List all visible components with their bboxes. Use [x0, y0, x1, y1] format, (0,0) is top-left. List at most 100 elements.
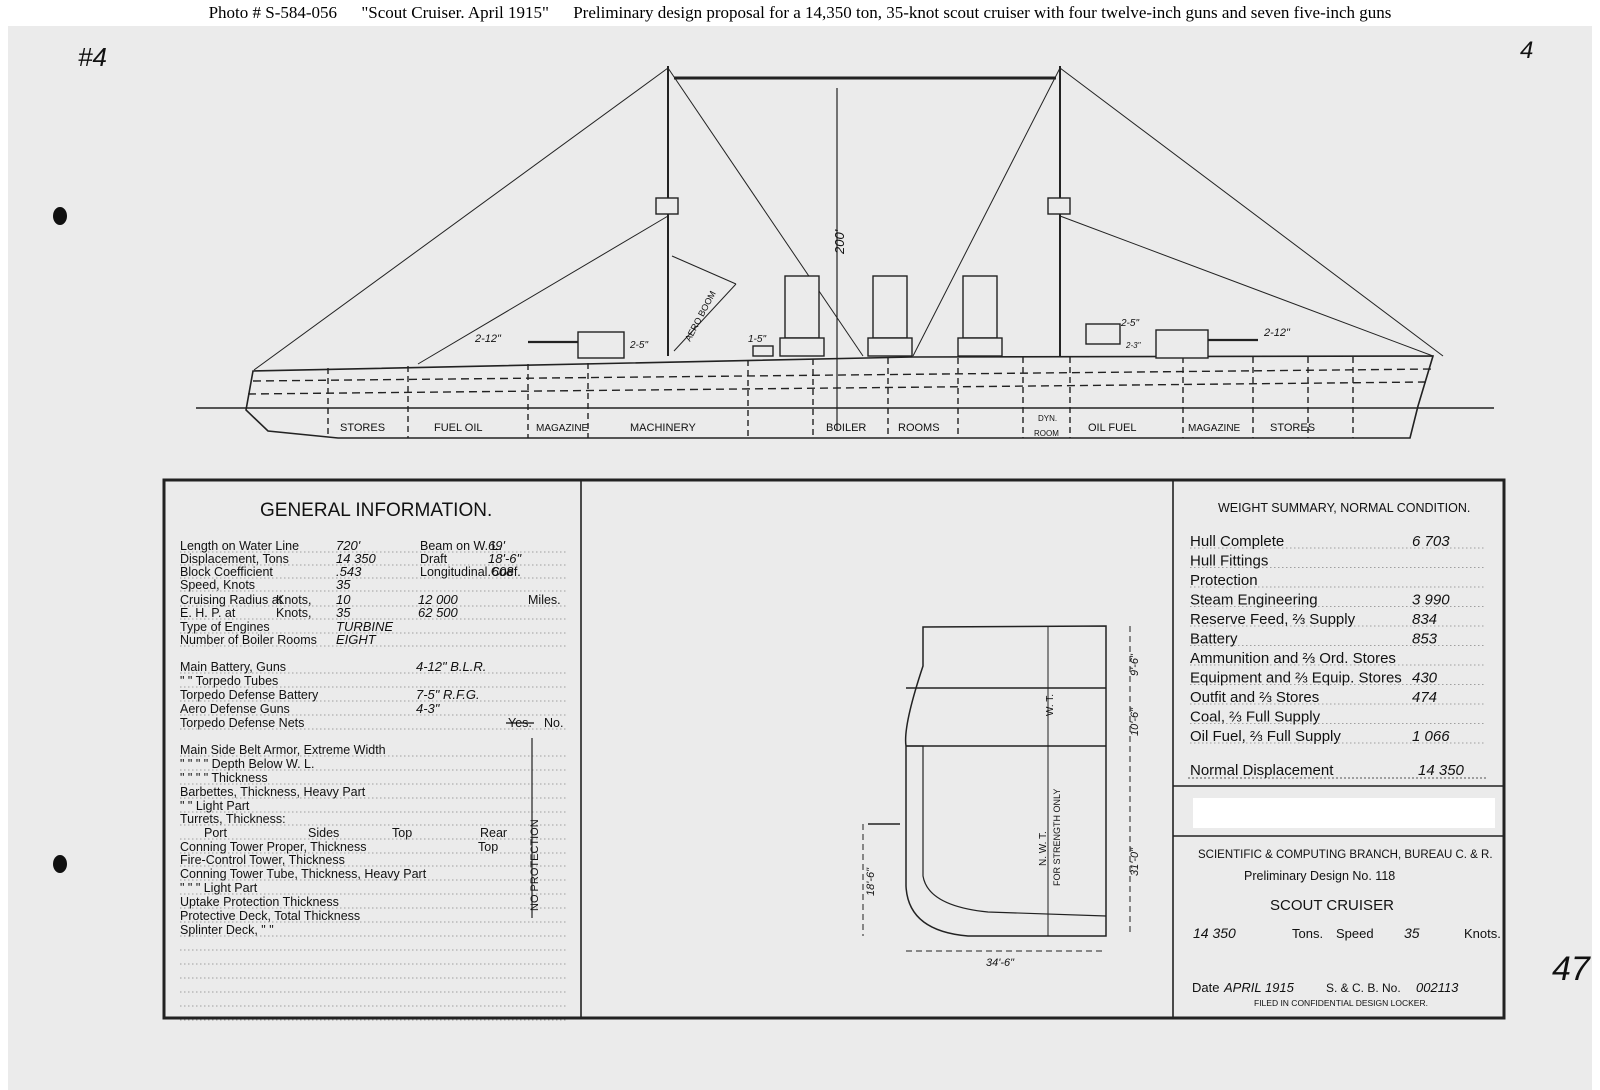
title-block: SCIENTIFIC & COMPUTING BRANCH, BUREAU C.…	[1192, 849, 1501, 1008]
aft-turret	[1155, 329, 1209, 359]
general-title: GENERAL INFORMATION.	[260, 500, 492, 521]
weight-item-label: Coal, ⅔ Full Supply	[1190, 709, 1321, 726]
comp-stores-aft: STORES	[1270, 422, 1315, 434]
fwd-main-gun-label: 2-12"	[474, 333, 502, 345]
strength-label: FOR STRENGTH ONLY	[1052, 789, 1062, 886]
nets-no: No.	[544, 716, 563, 730]
weight-item-label: Equipment and ⅔ Equip. Stores	[1190, 670, 1402, 687]
photo-caption: Photo # S-584-056 "Scout Cruiser. April …	[0, 0, 1600, 26]
weight-item-label: Protection	[1190, 572, 1258, 589]
general-row-label: " " " " Depth Below W. L.	[180, 757, 314, 771]
filed-note: FILED IN CONFIDENTIAL DESIGN LOCKER.	[1254, 998, 1428, 1008]
general-row-label: Length on Water Line	[180, 539, 299, 553]
punch-hole-top	[53, 207, 67, 225]
drawing-sheet: #4 4 47 200' 2-12" 2-5" 1-5" 2-5" 2-3" 2…	[8, 26, 1592, 1090]
weight-summary: WEIGHT SUMMARY, NORMAL CONDITION. Hull C…	[1173, 501, 1504, 837]
general-information-table: GENERAL INFORMATION. Length on Water Lin…	[180, 500, 566, 1021]
weight-item-value: 1 066	[1412, 728, 1450, 745]
weight-item-value: 474	[1412, 689, 1437, 706]
speed-value: 35	[1404, 925, 1420, 941]
general-row-label-3: Top	[392, 826, 412, 840]
weight-item-value: 3 990	[1412, 592, 1450, 609]
general-row-value: EIGHT	[336, 632, 377, 647]
scb-value: 002113	[1416, 980, 1459, 995]
comp-stores-fwd: STORES	[340, 422, 385, 434]
general-row-label: Turrets, Thickness:	[180, 812, 286, 826]
weight-item-value: 834	[1412, 611, 1437, 628]
design-number: Preliminary Design No. 118	[1244, 869, 1395, 883]
aft-sec-gun-label: 2-5"	[1120, 318, 1139, 329]
comp-rooms: ROOMS	[898, 422, 940, 434]
general-row-value: 35	[336, 577, 351, 592]
weight-item-label: Hull Fittings	[1190, 553, 1268, 570]
normal-displacement-value: 14 350	[1418, 762, 1465, 779]
general-row-label: Protective Deck, Total Thickness	[180, 909, 360, 923]
weight-item-label: Battery	[1190, 631, 1238, 648]
general-row-label: Aero Defense Guns	[180, 702, 290, 716]
general-row-label: Torpedo Defense Battery	[180, 688, 319, 702]
weight-item-label: Ammunition and ⅔ Ord. Stores	[1190, 650, 1396, 667]
weight-item-value: 853	[1412, 631, 1438, 648]
punch-hole-bottom	[53, 855, 67, 873]
nwt-label: N. W. T.	[1038, 831, 1049, 866]
general-row-label: E. H. P. at	[180, 606, 236, 620]
general-row-value-2: 62 500	[418, 605, 459, 620]
general-row-label: Main Battery, Guns	[180, 660, 286, 674]
general-row-label: " " " " Thickness	[180, 771, 268, 785]
general-row-value-2: .608	[488, 564, 514, 579]
aft-main-gun-label: 2-12"	[1263, 327, 1291, 339]
funnel-1	[784, 275, 820, 339]
general-row-value: 35	[336, 605, 351, 620]
mid-gun-label: 1-5"	[748, 334, 766, 345]
weight-item-label: Reserve Feed, ⅔ Supply	[1190, 611, 1356, 628]
general-row-label-3: Miles.	[528, 593, 561, 607]
wt-label: W. T.	[1045, 694, 1056, 716]
general-row-value: 4-12" B.L.R.	[416, 659, 486, 674]
general-row-label: Speed, Knots	[180, 578, 255, 592]
comp-magazine-aft: MAGAZINE	[1188, 423, 1241, 434]
branch-label: SCIENTIFIC & COMPUTING BRANCH, BUREAU C.…	[1198, 849, 1493, 861]
general-row-label: Port	[204, 826, 227, 840]
dim-low-label: 31'-0"	[1129, 847, 1141, 876]
date-label: Date	[1192, 980, 1219, 995]
weight-item-label: Hull Complete	[1190, 533, 1284, 550]
redaction-box	[1193, 798, 1495, 828]
comp-fuel-oil: FUEL OIL	[434, 422, 483, 434]
aft-small-gun-label: 2-3"	[1125, 341, 1142, 350]
weight-item-value: 6 703	[1412, 533, 1450, 550]
photo-label: Photo #	[208, 3, 262, 22]
general-row-label: Conning Tower Proper, Thickness	[180, 840, 366, 854]
general-row-label: Splinter Deck, " "	[180, 923, 274, 937]
photo-id: Photo # S-584-056	[209, 3, 337, 22]
general-row-label: Displacement, Tons	[180, 552, 289, 566]
general-row-label-2: Top	[478, 840, 498, 854]
general-row-label: " " " Light Part	[180, 881, 258, 895]
general-row-value: 4-3"	[416, 701, 441, 716]
tons-value: 14 350	[1193, 925, 1236, 941]
photo-title: "Scout Cruiser. April 1915"	[361, 3, 549, 22]
general-row-label: Barbettes, Thickness, Heavy Part	[180, 785, 366, 799]
general-row-label-2: Sides	[308, 826, 339, 840]
aero-boom-label: AERO BOOM	[683, 289, 718, 343]
sheet-mark-top-left: #4	[78, 42, 107, 72]
weight-title: WEIGHT SUMMARY, NORMAL CONDITION.	[1218, 501, 1470, 515]
draft-label: 18'-6"	[865, 867, 877, 896]
general-row-label-4: Rear	[480, 826, 507, 840]
midship-section	[862, 625, 1131, 952]
dim-top-label: 9'-6"	[1129, 653, 1141, 676]
weight-item-label: Steam Engineering	[1190, 592, 1318, 609]
main-top	[1047, 197, 1071, 215]
comp-magazine-fwd: MAGAZINE	[536, 423, 589, 434]
general-row-label: Block Coefficient	[180, 565, 273, 579]
funnel-2	[872, 275, 908, 339]
comp-machinery: MACHINERY	[630, 422, 696, 434]
funnel-3	[962, 275, 998, 339]
tons-label: Tons.	[1292, 926, 1323, 941]
fwd-sec-gun-label: 2-5"	[629, 340, 648, 351]
section-outline	[904, 625, 1107, 937]
weight-item-label: Oil Fuel, ⅔ Full Supply	[1190, 728, 1341, 745]
deck-line-1	[252, 368, 1434, 382]
half-beam-label: 34'-6"	[986, 957, 1015, 969]
general-row-label: " " Light Part	[180, 799, 250, 813]
general-row-label: Cruising Radius at	[180, 593, 283, 607]
